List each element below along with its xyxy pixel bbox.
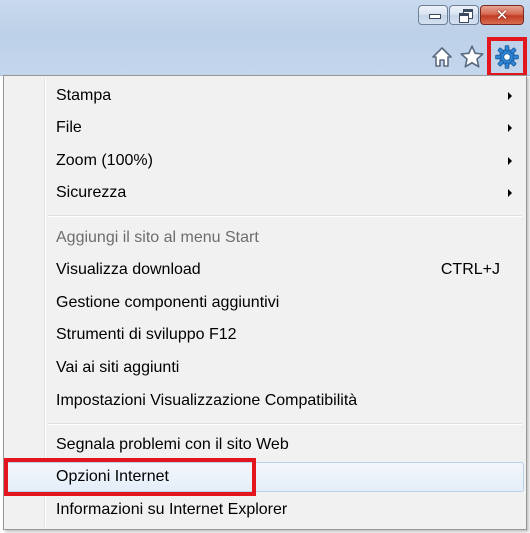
tools-button[interactable]: [487, 37, 527, 77]
menu-item-about-ie[interactable]: Informazioni su Internet Explorer: [6, 495, 524, 525]
minimize-button[interactable]: [418, 5, 448, 25]
close-icon: ✕: [495, 6, 509, 24]
restore-icon: [450, 6, 478, 24]
menu-item-add-site-start: Aggiungi il sito al menu Start: [6, 223, 524, 253]
menu-item-label: Zoom (100%): [56, 152, 153, 169]
favorites-button[interactable]: [457, 42, 487, 72]
menu-separator: [48, 423, 522, 425]
menu-item-dev-tools[interactable]: Strumenti di sviluppo F12: [6, 320, 524, 350]
menu-item-sicurezza[interactable]: Sicurezza: [6, 178, 524, 208]
submenu-arrow-icon: [508, 189, 512, 197]
home-button[interactable]: [427, 42, 457, 72]
submenu-arrow-icon: [508, 124, 512, 132]
caption-buttons: ✕: [417, 5, 524, 25]
restore-button[interactable]: [449, 5, 479, 25]
menu-item-label: Impostazioni Visualizzazione Compatibili…: [56, 392, 358, 409]
menu-item-label: Gestione componenti aggiuntivi: [56, 294, 280, 311]
highlight-box-internet-options: [4, 458, 256, 496]
menu-item-shortcut: CTRL+J: [440, 261, 500, 278]
menu-item-label: Sicurezza: [56, 184, 127, 201]
submenu-arrow-icon: [508, 92, 512, 100]
menu-separator: [48, 215, 522, 217]
menu-item-label: Aggiungi il sito al menu Start: [56, 229, 259, 246]
menu-item-stampa[interactable]: Stampa: [6, 81, 524, 111]
home-icon: [432, 47, 452, 67]
menu-item-label: Segnala problemi con il sito Web: [56, 436, 289, 453]
menu-item-label: Vai ai siti aggiunti: [56, 359, 180, 376]
minimize-icon: [419, 6, 447, 24]
menu-item-pinned-sites[interactable]: Vai ai siti aggiunti: [6, 353, 524, 383]
submenu-arrow-icon: [508, 157, 512, 165]
menu-item-report-problems[interactable]: Segnala problemi con il sito Web: [6, 430, 524, 460]
favorites-star-icon: [460, 45, 484, 68]
menu-item-label: Strumenti di sviluppo F12: [56, 326, 237, 343]
menu-item-label: Stampa: [56, 87, 112, 104]
window-titlebar: ✕: [0, 0, 530, 77]
menu-item-zoom[interactable]: Zoom (100%): [6, 146, 524, 176]
menu-item-label: Informazioni su Internet Explorer: [56, 501, 288, 518]
menu-item-view-downloads[interactable]: Visualizza download CTRL+J: [6, 255, 524, 285]
tools-gear-icon: [495, 45, 519, 69]
close-button[interactable]: ✕: [480, 5, 524, 25]
menu-item-label: Visualizza download: [56, 261, 201, 278]
menu-item-file[interactable]: File: [6, 113, 524, 143]
menu-item-manage-addons[interactable]: Gestione componenti aggiuntivi: [6, 288, 524, 318]
menu-item-label: File: [56, 119, 82, 136]
command-bar: [427, 37, 527, 77]
menu-item-compatibility-view[interactable]: Impostazioni Visualizzazione Compatibili…: [6, 386, 524, 416]
